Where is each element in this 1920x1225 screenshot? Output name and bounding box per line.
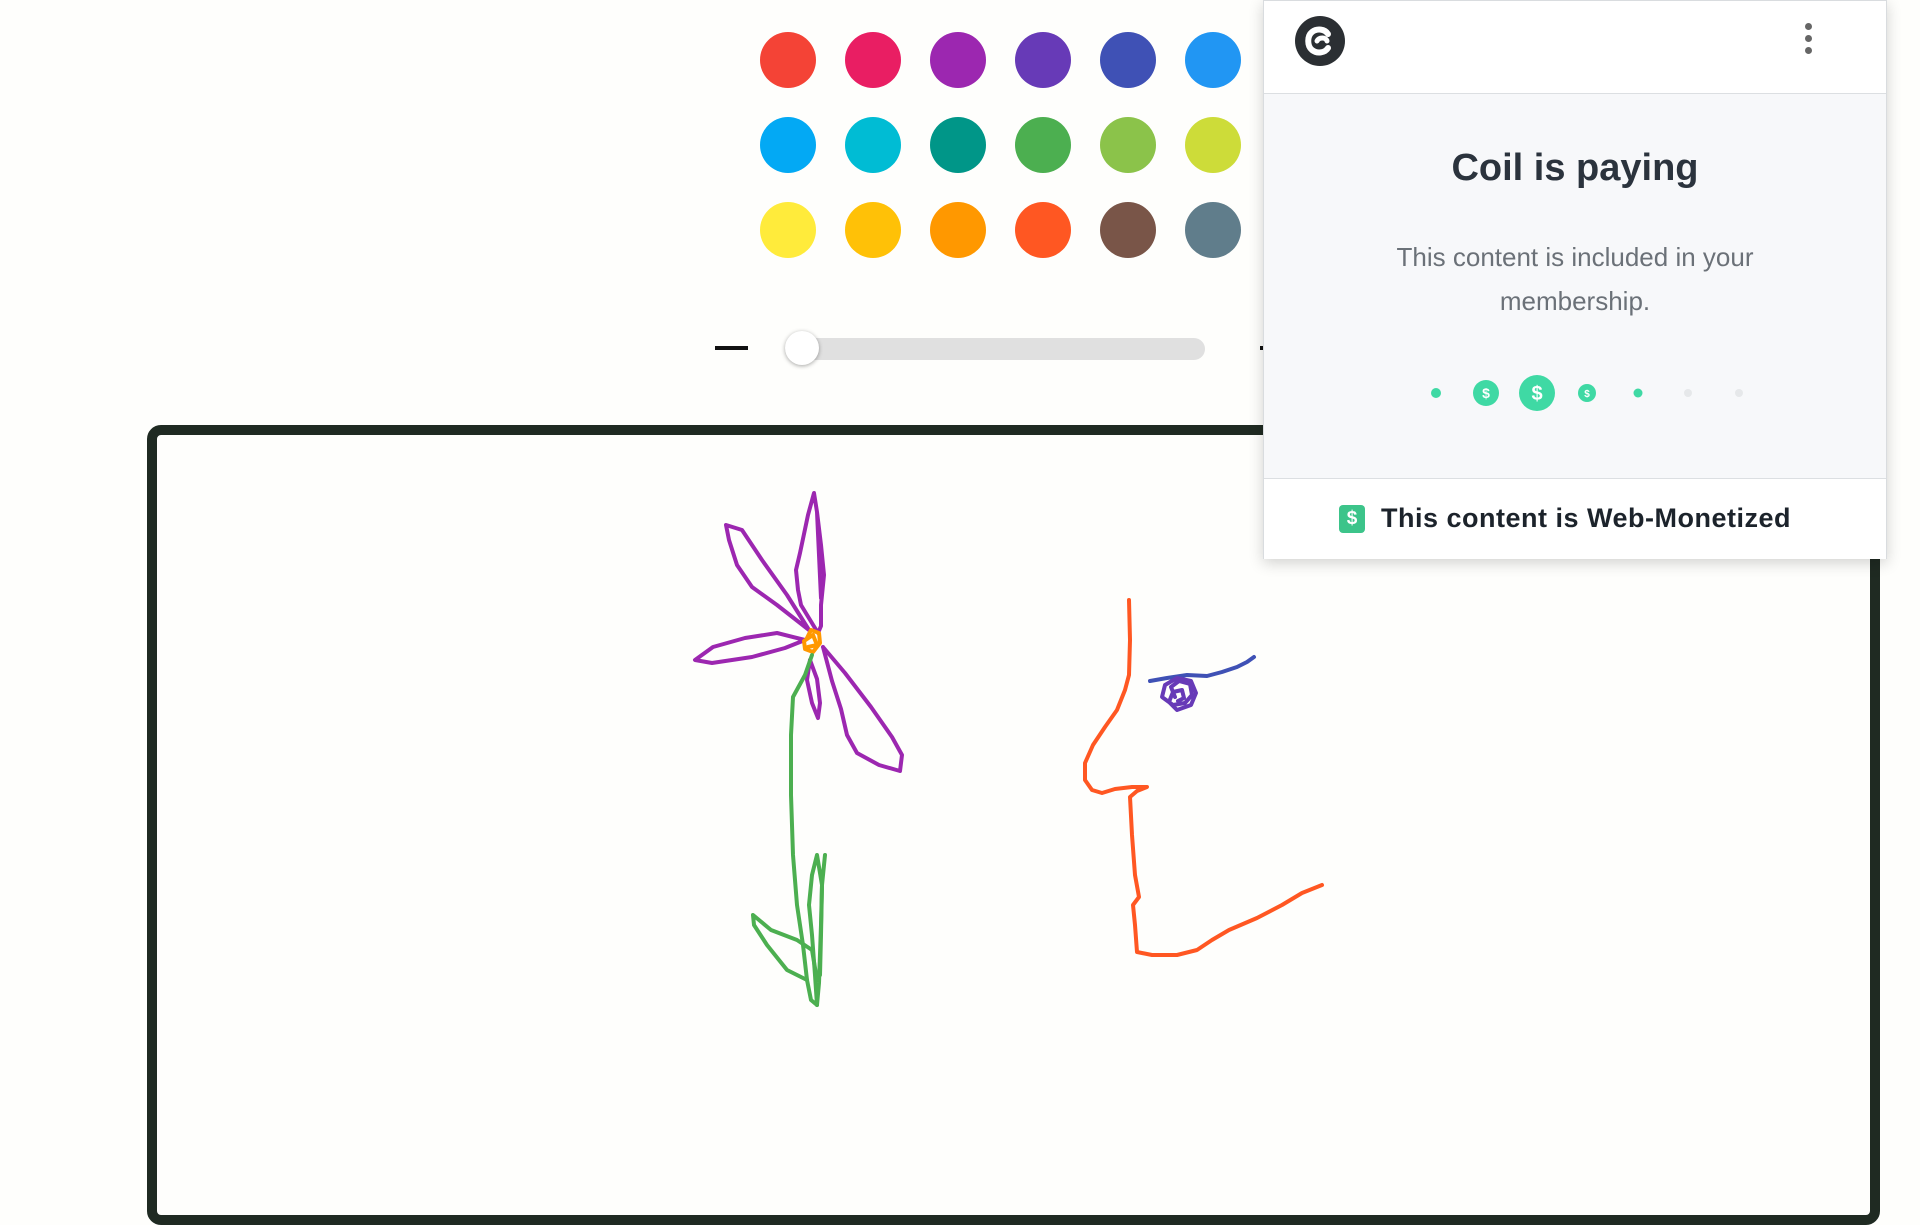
brush-size-slider[interactable]: [784, 331, 1205, 365]
color-swatch[interactable]: [760, 32, 816, 88]
svg-text:$: $: [1482, 385, 1490, 401]
color-swatch[interactable]: [930, 202, 986, 258]
coil-popup: Coil is paying This content is included …: [1263, 0, 1887, 559]
color-swatch[interactable]: [760, 202, 816, 258]
coil-logo-icon[interactable]: [1295, 16, 1345, 66]
color-palette: [760, 32, 1241, 258]
coil-description: This content is included in your members…: [1396, 242, 1754, 316]
color-swatch[interactable]: [1185, 117, 1241, 173]
color-swatch[interactable]: [930, 32, 986, 88]
stroke-petal-top: [794, 491, 826, 635]
dollar-icon: $: [1339, 505, 1365, 533]
payment-dots-icon: $ $ $: [1431, 375, 1743, 411]
color-swatch[interactable]: [1100, 117, 1156, 173]
stroke-petal-left: [693, 631, 807, 665]
payment-progress-dots: $ $ $: [1264, 373, 1886, 413]
color-swatch[interactable]: [1015, 202, 1071, 258]
svg-text:$: $: [1531, 383, 1542, 405]
color-swatch[interactable]: [1185, 32, 1241, 88]
minus-icon[interactable]: [715, 346, 748, 350]
svg-text:$: $: [1584, 389, 1590, 400]
stroke-eyebrow: [1148, 655, 1256, 683]
color-swatch[interactable]: [845, 117, 901, 173]
color-swatch[interactable]: [1185, 202, 1241, 258]
color-swatch[interactable]: [845, 202, 901, 258]
color-swatch[interactable]: [760, 117, 816, 173]
stroke-petal-right: [821, 645, 904, 773]
color-swatch[interactable]: [1015, 117, 1071, 173]
color-swatch[interactable]: [1100, 202, 1156, 258]
slider-thumb[interactable]: [784, 331, 819, 365]
stroke-flower-center: [802, 628, 822, 654]
color-swatch[interactable]: [930, 117, 986, 173]
kebab-menu-icon[interactable]: [1798, 21, 1818, 57]
coil-title: Coil is paying: [1451, 147, 1699, 189]
stroke-face-profile: [1083, 598, 1324, 957]
web-monetized-label: This content is Web-Monetized: [1381, 503, 1792, 533]
coil-header: [1264, 1, 1886, 94]
stroke-eye: [1160, 676, 1198, 712]
coil-footer: $ This content is Web-Monetized: [1264, 478, 1886, 559]
color-swatch[interactable]: [1015, 32, 1071, 88]
color-swatch[interactable]: [1100, 32, 1156, 88]
color-swatch[interactable]: [845, 32, 901, 88]
